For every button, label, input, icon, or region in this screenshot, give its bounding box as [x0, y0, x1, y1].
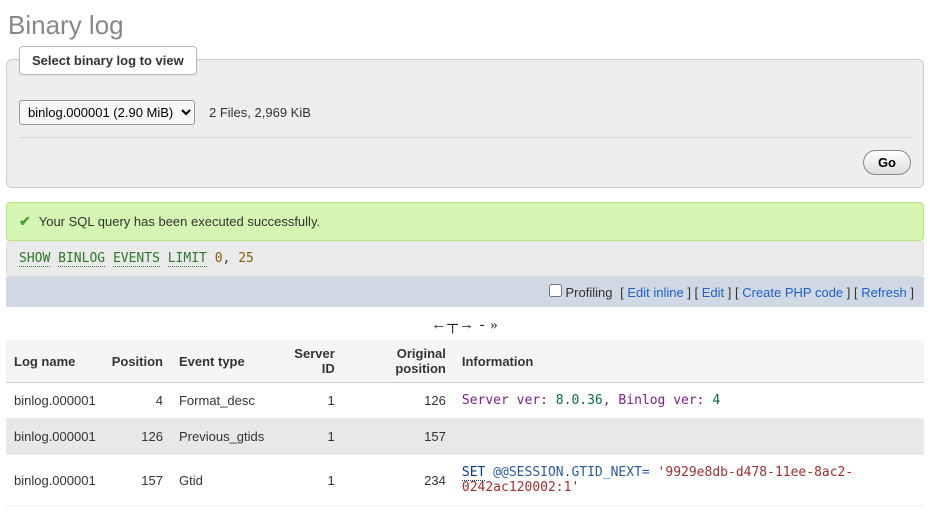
cell-server-id: 1 — [272, 455, 343, 506]
col-server-id: Server ID — [272, 340, 343, 383]
sql-code: SHOW BINLOG EVENTS LIMIT 0, 25 — [6, 241, 924, 277]
cell-information: Server ver: 8.0.36, Binlog ver: 4 — [454, 383, 924, 419]
profiling-label: Profiling — [566, 285, 613, 300]
binlog-select-panel: Select binary log to view binlog.000001 … — [6, 59, 924, 188]
profiling-checkbox[interactable] — [549, 284, 562, 297]
cell-event-type: Format_desc — [171, 383, 272, 419]
table-row: binlog.000001157Gtid1234SET @@SESSION.GT… — [6, 455, 924, 506]
cell-server-id: 1 — [272, 383, 343, 419]
action-bar: Profiling [ Edit inline ] [ Edit ] [ Cre… — [6, 277, 924, 307]
cell-event-type: Previous_gtids — [171, 419, 272, 455]
cell-position: 4 — [104, 383, 171, 419]
cell-position: 157 — [104, 455, 171, 506]
cell-original-position: 126 — [343, 383, 454, 419]
cell-position: 126 — [104, 419, 171, 455]
col-log-name: Log name — [6, 340, 104, 383]
refresh-link[interactable]: Refresh — [861, 285, 907, 300]
col-information: Information — [454, 340, 924, 383]
binlog-select[interactable]: binlog.000001 (2.90 MiB) — [19, 100, 195, 125]
events-table: Log name Position Event type Server ID O… — [6, 340, 924, 506]
success-notice: ✔ Your SQL query has been executed succe… — [6, 202, 924, 241]
table-row: binlog.0000014Format_desc1126Server ver:… — [6, 383, 924, 419]
cell-information — [454, 419, 924, 455]
create-php-link[interactable]: Create PHP code — [742, 285, 843, 300]
cell-log-name: binlog.000001 — [6, 455, 104, 506]
pagination-nav[interactable]: ←┬→ - » — [6, 307, 924, 340]
cell-server-id: 1 — [272, 419, 343, 455]
edit-link[interactable]: Edit — [702, 285, 724, 300]
cell-log-name: binlog.000001 — [6, 419, 104, 455]
check-icon: ✔ — [19, 213, 31, 230]
cell-log-name: binlog.000001 — [6, 383, 104, 419]
success-text: Your SQL query has been executed success… — [39, 214, 320, 229]
page-title: Binary log — [8, 10, 924, 41]
go-button[interactable]: Go — [863, 150, 911, 175]
cell-original-position: 234 — [343, 455, 454, 506]
col-event-type: Event type — [171, 340, 272, 383]
cell-event-type: Gtid — [171, 455, 272, 506]
edit-inline-link[interactable]: Edit inline — [627, 285, 683, 300]
col-original-position: Original position — [343, 340, 454, 383]
files-summary: 2 Files, 2,969 KiB — [209, 105, 311, 120]
table-row: binlog.000001126Previous_gtids1157 — [6, 419, 924, 455]
cell-original-position: 157 — [343, 419, 454, 455]
panel-legend: Select binary log to view — [19, 46, 197, 75]
cell-information: SET @@SESSION.GTID_NEXT= '9929e8db-d478-… — [454, 455, 924, 506]
col-position: Position — [104, 340, 171, 383]
